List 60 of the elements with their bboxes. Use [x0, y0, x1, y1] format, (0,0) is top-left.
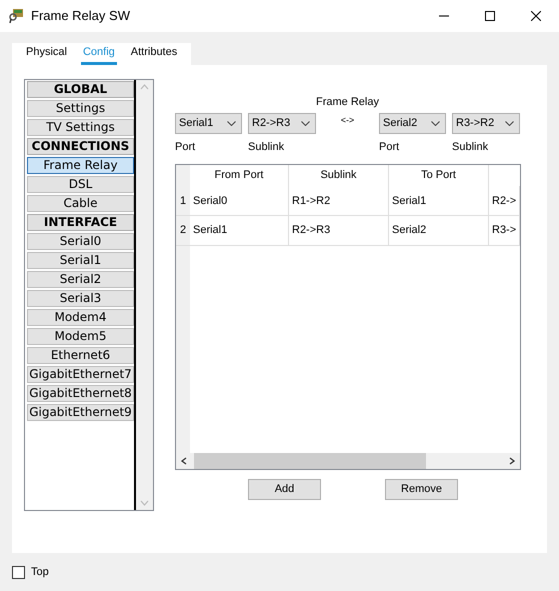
section-header: INTERFACE [27, 214, 134, 231]
table-cell: Serial0 [190, 186, 289, 216]
maximize-icon[interactable] [485, 11, 495, 21]
sidebar-item[interactable]: GigabitEthernet8 [27, 384, 134, 402]
sidebar-item[interactable]: DSL [27, 176, 134, 193]
section-header: CONNECTIONS [27, 138, 134, 155]
sidebar-item[interactable]: Serial1 [27, 252, 134, 269]
table-corner [176, 164, 190, 186]
scroll-right-icon[interactable] [509, 456, 515, 465]
add-button[interactable]: Add [248, 478, 321, 500]
chevron-down-icon [301, 120, 310, 126]
section-title: Frame Relay [316, 94, 379, 110]
field-label: Port [175, 140, 196, 153]
sidebar-item[interactable]: GigabitEthernet7 [27, 366, 134, 383]
sidebar-item[interactable]: Modem4 [27, 308, 134, 326]
remove-button[interactable]: Remove [385, 478, 458, 500]
sidebar-item[interactable]: Settings [27, 100, 134, 117]
sidebar-item[interactable]: TV Settings [27, 118, 134, 136]
scroll-left-icon[interactable] [181, 456, 187, 465]
field-label: Port [379, 140, 400, 153]
sidebar-item[interactable]: Serial3 [27, 290, 134, 307]
table-cell: Serial2 [389, 216, 489, 245]
table-cell: Serial1 [389, 186, 489, 216]
sidebar-item[interactable]: Ethernet6 [27, 346, 134, 364]
sidebar-item[interactable]: Serial2 [27, 270, 134, 288]
dropdown[interactable]: Serial1 [175, 112, 242, 134]
sidebar-item[interactable]: GigabitEthernet9 [27, 404, 134, 421]
sidebar-item[interactable]: Frame Relay [27, 156, 134, 174]
dropdown[interactable]: R3->R2 [452, 112, 520, 134]
sidebar-item[interactable]: Serial0 [27, 232, 134, 250]
sidebar-item[interactable]: Cable [27, 194, 134, 212]
top-checkbox[interactable] [12, 566, 25, 578]
dropdown[interactable]: Serial2 [379, 112, 446, 134]
table-cell: R2-> [489, 186, 520, 216]
chevron-down-icon [431, 120, 440, 126]
link-symbol: <-> [340, 114, 356, 127]
table-cell: R3-> [489, 216, 520, 245]
row-number: 2 [176, 216, 190, 245]
sidebar-item[interactable]: Modem5 [27, 328, 134, 345]
scrollbar-thumb[interactable] [194, 452, 426, 469]
section-header: GLOBAL [27, 80, 134, 98]
table-cell: Serial1 [190, 216, 289, 245]
tab[interactable]: Attributes [128, 42, 180, 65]
chevron-down-icon [505, 120, 514, 126]
window-title: Frame Relay SW [31, 7, 130, 26]
field-label: Sublink [452, 140, 488, 153]
chevron-down-icon [227, 120, 236, 126]
table-cell: R1->R2 [289, 186, 389, 216]
tab[interactable]: Physical [24, 42, 69, 65]
dropdown[interactable]: R2->R3 [248, 112, 316, 134]
horizontal-scrollbar[interactable] [176, 452, 520, 469]
field-label: Sublink [248, 140, 286, 153]
app-icon [9, 8, 25, 24]
row-number: 1 [176, 186, 190, 216]
column-header[interactable]: To Port [389, 164, 489, 186]
column-header[interactable]: Sublink [289, 164, 389, 186]
table-cell: R2->R3 [289, 216, 389, 245]
column-header[interactable]: From Port [190, 164, 289, 186]
close-icon[interactable] [531, 11, 541, 21]
checkbox-label: Top [31, 564, 49, 580]
